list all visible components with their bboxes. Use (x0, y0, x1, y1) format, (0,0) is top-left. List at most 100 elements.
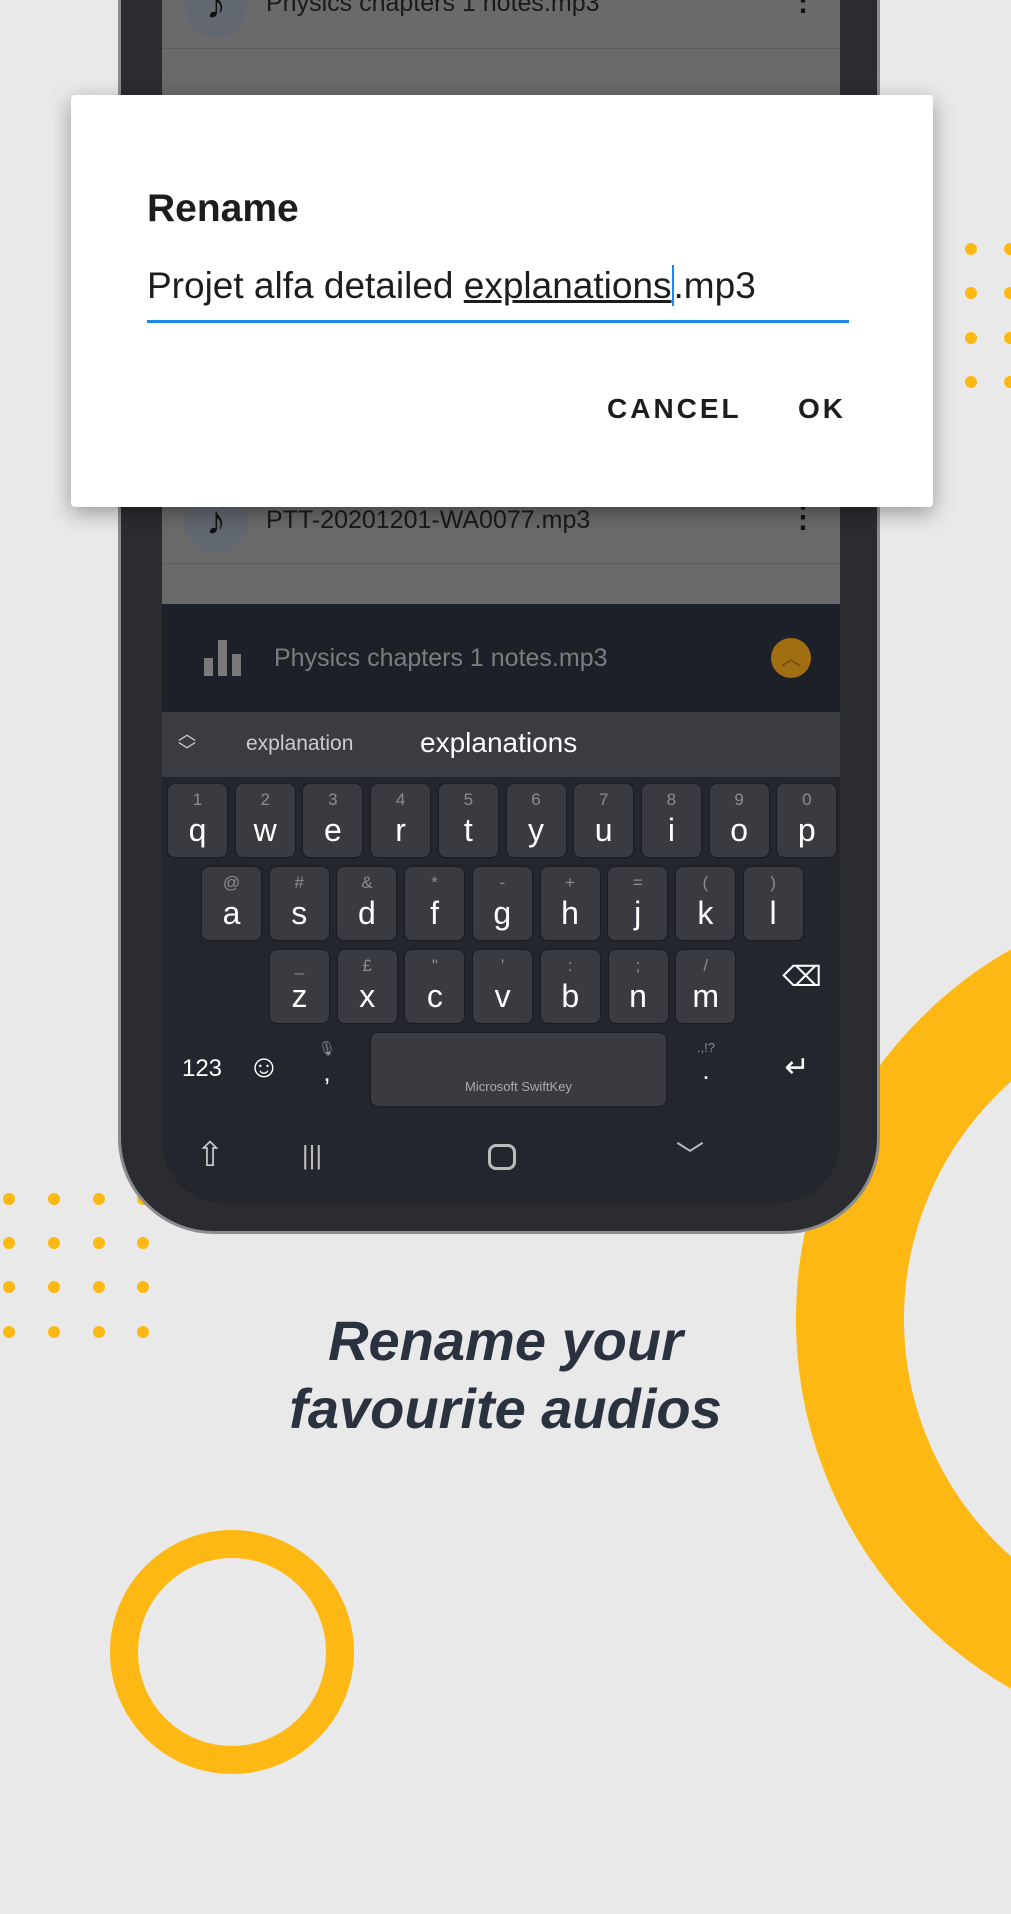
key-label: u (594, 812, 613, 848)
decor-dot (3, 1237, 15, 1249)
key-alt-label: £ (362, 956, 372, 975)
key-label: y (528, 812, 544, 848)
key-z[interactable]: _ z (269, 949, 330, 1024)
key-label: h (561, 895, 579, 931)
cancel-button[interactable]: CANCEL (607, 393, 742, 425)
key-e[interactable]: 3e (302, 783, 364, 858)
key-g[interactable]: -g (471, 866, 533, 941)
key-t[interactable]: 5t (437, 783, 499, 858)
list-item[interactable]: ♪ Physics chapters 1 notes.mp3 ⋮ (162, 0, 840, 49)
key-label: z (291, 978, 308, 1014)
chevron-up-icon[interactable]: ︿ (771, 638, 811, 678)
tagline-line-1: Rename your (328, 1309, 683, 1372)
key-label: s (291, 895, 308, 931)
music-note-icon: ♪ (184, 0, 248, 37)
key-w[interactable]: 2w (234, 783, 296, 858)
shift-key[interactable]: ⇧ (180, 1135, 240, 1195)
key-label: k (697, 895, 714, 931)
key-label: p (797, 812, 816, 848)
key-alt-label: ; (635, 956, 641, 975)
filename-input[interactable]: Projet alfa detailed explanations.mp3 (147, 265, 849, 323)
key-label: j (634, 895, 642, 931)
home-icon[interactable] (488, 1144, 516, 1170)
key-h[interactable]: + h (539, 866, 601, 941)
key-label: v (494, 978, 511, 1014)
key-k[interactable]: (k (674, 866, 736, 941)
list-item-title: PTT-20201201-WA0077.mp3 (266, 506, 591, 534)
decor-dot (3, 1281, 15, 1293)
decor-dot (93, 1193, 105, 1205)
key-l[interactable]: ) l (742, 866, 804, 941)
suggestion-1[interactable]: explanation (246, 732, 353, 756)
emoji-key[interactable]: ☺ (244, 1048, 284, 1085)
key-label: w (253, 812, 277, 848)
decor-dot (1004, 243, 1011, 255)
mini-player[interactable]: Physics chapters 1 notes.mp3 ︿ (162, 604, 840, 712)
key-c[interactable]: " c (404, 949, 466, 1024)
key-x[interactable]: £ x (336, 949, 398, 1024)
key-label: r (395, 812, 406, 848)
key-alt-label: = (632, 873, 643, 892)
suggestion-strip: ︿ ﹀ explanation explanations (162, 712, 840, 777)
key-p[interactable]: 0p (776, 783, 838, 858)
space-bar[interactable]: Microsoft SwiftKey (370, 1032, 667, 1107)
key-o[interactable]: 9o (708, 783, 770, 858)
key-label: f (430, 895, 440, 931)
rename-dialog: Rename Projet alfa detailed explanations… (71, 95, 933, 507)
key-alt-label: 9 (734, 790, 744, 809)
decor-dot (1004, 332, 1011, 344)
key-alt-label: ( (702, 873, 709, 892)
key-label: l (769, 895, 777, 931)
recent-apps-icon[interactable]: ||| (292, 1140, 332, 1171)
key-m[interactable]: / m (675, 949, 737, 1024)
key-label: b (561, 978, 580, 1014)
key-r[interactable]: 4r (370, 783, 432, 858)
decor-dot (965, 243, 977, 255)
key-alt-label: / (703, 956, 709, 975)
more-options-icon[interactable]: ⋮ (788, 0, 818, 18)
key-d[interactable]: & d (336, 866, 398, 941)
key-u[interactable]: 7u (573, 783, 635, 858)
key-label: i (667, 812, 675, 848)
filename-prefix: Projet alfa detailed (147, 265, 464, 306)
key-alt-label: & (361, 873, 373, 892)
key-b[interactable]: :b (539, 949, 601, 1024)
decor-dot (137, 1237, 149, 1249)
expand-toolbar-icon[interactable]: ︿ ﹀ (178, 725, 196, 760)
decor-dot (48, 1237, 60, 1249)
key-j[interactable]: = j (607, 866, 669, 941)
tagline-line-2: favourite audios (289, 1377, 722, 1440)
key-alt-label: " (431, 956, 438, 975)
key-v[interactable]: ' v (472, 949, 534, 1024)
key-alt-label: 4 (395, 790, 406, 809)
comma-key[interactable]: 🎙 , (312, 1040, 342, 1106)
key-alt-label: * (431, 873, 438, 892)
key-q[interactable]: 1q (167, 783, 228, 858)
key-label: d (357, 895, 376, 931)
filename-extension: .mp3 (673, 265, 756, 306)
key-f[interactable]: * f (404, 866, 466, 941)
backspace-key[interactable]: ⌫ (772, 960, 832, 993)
comma-label: , (323, 1057, 331, 1087)
key-label: g (493, 895, 512, 931)
decor-dot (48, 1193, 60, 1205)
suggestion-2[interactable]: explanations (420, 727, 577, 759)
key-label: n (629, 978, 647, 1014)
ok-button[interactable]: OK (798, 393, 846, 425)
numbers-key[interactable]: 123 (172, 1055, 232, 1083)
decor-dot (48, 1281, 60, 1293)
enter-key[interactable]: ↵ (767, 1050, 827, 1085)
key-i[interactable]: 8i (640, 783, 702, 858)
decor-dot (1004, 287, 1011, 299)
key-alt-label: @ (222, 873, 241, 892)
key-y[interactable]: 6y (505, 783, 567, 858)
period-key[interactable]: .,!? . (691, 1040, 721, 1106)
key-s[interactable]: # s (268, 866, 330, 941)
key-label: t (463, 812, 473, 848)
back-icon[interactable]: ﹀ (670, 1134, 710, 1174)
key-a[interactable]: @ a (201, 866, 262, 941)
small-yellow-ring (110, 1530, 354, 1774)
key-n[interactable]: ; n (607, 949, 669, 1024)
decor-dot (965, 287, 977, 299)
decor-dot (965, 376, 977, 388)
